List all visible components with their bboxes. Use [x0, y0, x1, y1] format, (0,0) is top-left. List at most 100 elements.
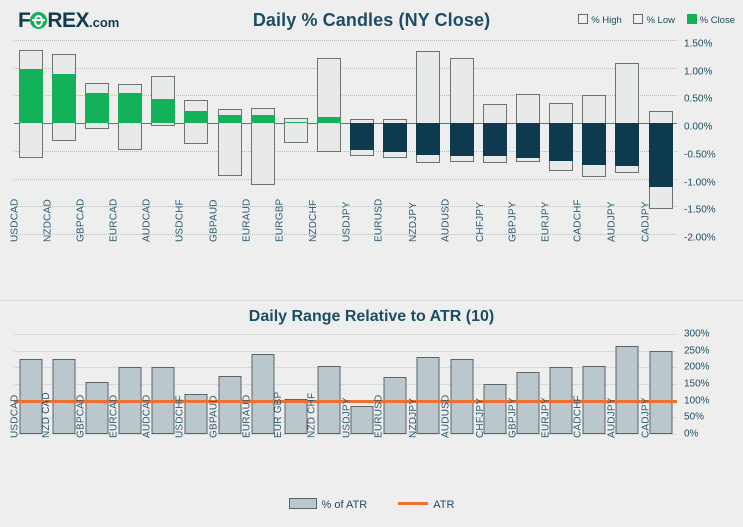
candle-close-body	[118, 93, 143, 124]
candle-close-body	[283, 122, 308, 124]
candles-legend: % High % Low % Close	[569, 14, 735, 26]
candle-close-body	[582, 123, 607, 166]
x-axis-tick: EUR GBP	[273, 392, 312, 498]
x-axis-tick: USDCAD	[9, 199, 47, 312]
x-axis-tick-label: GBPJPY	[507, 201, 519, 242]
x-axis-tick-label: EUR GBP	[272, 391, 284, 438]
candles-x-axis: USDCAD NZDCAD GBPCAD EURCAD AUDCAD USDCHF GBPA…	[9, 199, 677, 312]
x-axis-tick: CADCHF	[573, 395, 611, 498]
candle-close-body	[515, 123, 540, 158]
x-axis-tick-label: EURCAD	[108, 198, 120, 242]
x-axis-tick-label: CADJPY	[640, 201, 652, 242]
x-axis-tick: USDCAD	[9, 395, 47, 498]
y-axis-tick-label: 300%	[684, 328, 710, 340]
x-axis-tick-label: GBPCAD	[75, 394, 87, 438]
x-axis-tick: NZDJPY	[408, 398, 445, 498]
legend-item-pct-atr: % of ATR	[288, 498, 367, 511]
y-axis-tick-label: 200%	[684, 361, 710, 373]
x-axis-tick: GBPCAD	[75, 199, 113, 312]
x-axis-tick-label: EURCAD	[108, 394, 120, 438]
atr-bar	[483, 384, 507, 434]
candle-close-body	[18, 68, 43, 124]
x-axis-tick: GBPAUD	[208, 199, 246, 312]
legend-label-atr: ATR	[433, 499, 455, 511]
y-axis-tick-label: -1.00%	[684, 177, 716, 189]
y-axis-tick-label: 100%	[684, 395, 710, 407]
x-axis-tick: AUDUSD	[440, 395, 478, 498]
atr-bar-column[interactable]	[312, 334, 345, 434]
x-axis-tick-label: AUDUSD	[439, 198, 451, 242]
candle-close-body	[549, 123, 574, 161]
report-header: F REX.com Daily % Candles (NY Close) % Hi…	[0, 0, 743, 36]
candle-close-body	[449, 123, 474, 157]
x-axis-tick: EURUSD	[374, 199, 412, 312]
atr-bar	[383, 377, 407, 434]
x-axis-tick-label: EURAUD	[240, 198, 252, 242]
x-axis-tick-label: CADCHF	[572, 199, 584, 242]
x-axis-tick: AUDCAD	[141, 395, 180, 498]
y-axis-tick-label: 1.00%	[684, 66, 713, 78]
x-axis-tick: AUDJPY	[607, 201, 644, 312]
x-axis-tick: EURCAD	[108, 395, 146, 498]
y-axis-tick-label: 50%	[684, 411, 705, 423]
atr-bar	[416, 356, 440, 434]
atr-bar	[516, 372, 540, 434]
x-axis-tick-label: CHFJPY	[474, 397, 486, 438]
legend-label-close: % Close	[699, 15, 735, 26]
x-axis-tick-label: USDJPY	[341, 397, 353, 438]
atr-legend: % of ATR ATR	[0, 498, 743, 511]
candle-high-low-box	[316, 58, 341, 152]
section-divider	[0, 300, 743, 301]
x-axis-tick: EURJPY	[541, 397, 578, 498]
x-axis-tick: EURJPY	[541, 201, 578, 312]
legend-item-low: % Low	[633, 14, 675, 26]
x-axis-tick: USDJPY	[342, 397, 379, 498]
x-axis-tick: EURCAD	[108, 199, 146, 312]
legend-swatch-pct-atr-icon	[288, 498, 317, 509]
x-axis-tick: USDCHF	[175, 199, 213, 312]
x-axis-tick-label: NZDJPY	[408, 397, 420, 438]
x-axis-tick: CHFJPY	[475, 398, 511, 498]
atr-x-axis: USDCAD NZD CAD GBPCAD EURCAD AUDCAD USDCHF GBP…	[9, 392, 677, 498]
x-axis-tick: EURAUD	[241, 395, 279, 498]
x-axis-tick-label: AUDCAD	[141, 198, 153, 242]
candle-close-body	[151, 98, 176, 124]
y-axis-tick-label: 1.50%	[684, 38, 713, 50]
atr-bar	[350, 405, 374, 434]
x-axis-tick-label: EURGBP	[274, 198, 286, 242]
x-axis-tick: CADCHF	[573, 199, 611, 312]
x-axis-tick-label: EURJPY	[540, 397, 552, 438]
y-axis-tick-label: -0.50%	[684, 149, 716, 161]
candle-close-body	[217, 115, 242, 124]
x-axis-tick: CHFJPY	[475, 202, 511, 312]
x-axis-tick: GBPAUD	[208, 395, 246, 498]
x-axis-tick-label: USDCAD	[8, 394, 20, 438]
x-axis-tick: GBPJPY	[508, 201, 544, 312]
atr-bar	[251, 354, 275, 434]
x-axis-tick-label: AUDJPY	[607, 397, 619, 438]
x-axis-tick-label: AUDCAD	[141, 394, 153, 438]
legend-label-low: % Low	[646, 15, 675, 26]
candle-close-body	[250, 114, 275, 124]
x-axis-tick: NZDJPY	[408, 202, 445, 312]
atr-bar	[284, 399, 308, 434]
atr-bar	[52, 359, 76, 434]
atr-chart-title: Daily Range Relative to ATR (10)	[248, 308, 495, 325]
y-axis-tick-label: -1.50%	[684, 204, 716, 216]
x-axis-tick-label: NZDJPY	[408, 201, 420, 242]
x-axis-tick-label: CHFJPY	[474, 201, 486, 242]
candles-chart: 1.50% 1.00% 0.50% 0.00% -0.50% -1.00% -1.50% -2…	[0, 36, 743, 296]
legend-swatch-low-icon	[633, 14, 644, 24]
x-axis-tick: USDJPY	[342, 201, 379, 312]
y-axis-tick-label: 0.00%	[684, 121, 713, 133]
x-axis-tick-label: NZDCHF	[307, 199, 319, 242]
legend-swatch-atr-line-icon	[398, 502, 429, 505]
x-axis-tick: GBPJPY	[508, 397, 544, 498]
legend-swatch-close-icon	[686, 14, 697, 24]
x-axis-tick: AUDUSD	[440, 199, 478, 312]
y-axis-tick-label: 0.50%	[684, 93, 713, 105]
x-axis-tick: USDCHF	[175, 395, 213, 498]
x-axis-tick: NZD CHF	[306, 393, 345, 498]
x-axis-tick: NZD CAD	[41, 392, 80, 498]
x-axis-tick: EURAUD	[241, 199, 279, 312]
